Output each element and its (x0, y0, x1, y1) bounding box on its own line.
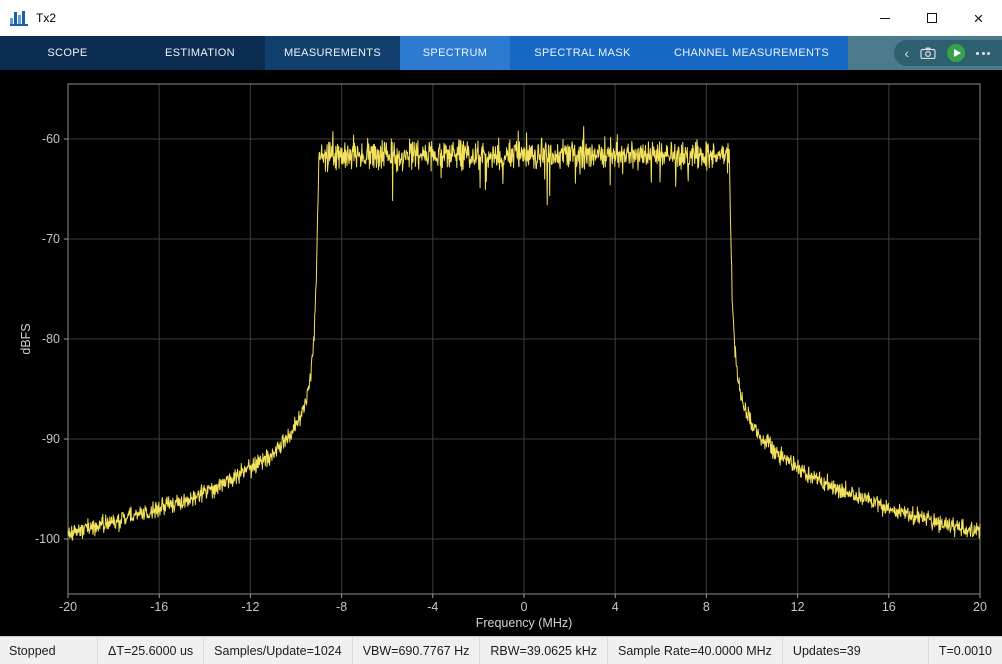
y-tick-label: -90 (42, 432, 60, 446)
run-button[interactable] (947, 44, 965, 62)
status-segment: Samples/Update=1024 (203, 637, 352, 664)
more-options-button[interactable] (976, 48, 990, 59)
minimize-button[interactable] (861, 0, 908, 36)
x-tick-label: 4 (612, 600, 619, 614)
spectrum-plot: -20 -16 -12 -8 -4 0 4 8 12 16 20 -60 -70 -80 -90 -100 F… (19, 83, 987, 630)
subtab-spectrum[interactable]: SPECTRUM (400, 36, 510, 70)
run-controls: ‹ (848, 36, 1002, 70)
run-controls-pill: ‹ (894, 40, 1002, 66)
app-window: Tx2 × SCOPE ESTIMATION MEASUREMENTS SPECTR… (0, 0, 1002, 664)
window-title: Tx2 (36, 11, 57, 25)
main-tabs: SCOPE ESTIMATION MEASUREMENTS (0, 36, 400, 70)
x-tick-label: 0 (521, 600, 528, 614)
toolstrip: SCOPE ESTIMATION MEASUREMENTS SPECTRUM SPEC… (0, 36, 1002, 70)
x-tick-label: 20 (973, 600, 987, 614)
status-segment: Sample Rate=40.0000 MHz (607, 637, 782, 664)
status-segment: T=0.0010 (927, 637, 1002, 664)
snapshot-camera-icon[interactable] (920, 47, 936, 59)
statusbar: Stopped ΔT=25.6000 us Samples/Update=1024… (0, 636, 1002, 664)
x-tick-label: -12 (241, 600, 259, 614)
y-axis-label: dBFS (19, 323, 33, 354)
play-icon (953, 49, 961, 57)
status-segment: VBW=690.7767 Hz (351, 637, 480, 664)
tab-estimation[interactable]: ESTIMATION (135, 36, 265, 70)
spectrum-plot-area[interactable]: -20 -16 -12 -8 -4 0 4 8 12 16 20 -60 -70 -80 -90 -100 F… (0, 70, 1002, 636)
x-tick-label: 12 (791, 600, 805, 614)
tab-measurements[interactable]: MEASUREMENTS (265, 36, 400, 70)
maximize-icon (926, 13, 937, 23)
tab-scope[interactable]: SCOPE (0, 36, 135, 70)
status-segment: ΔT=25.6000 us (97, 637, 203, 664)
subtab-spectral-mask[interactable]: SPECTRAL MASK (510, 36, 655, 70)
y-tick-label: -60 (42, 132, 60, 146)
status-segments: ΔT=25.6000 us Samples/Update=1024 VBW=690.… (97, 637, 1002, 664)
titlebar: Tx2 × (0, 0, 1002, 36)
y-tick-label: -100 (35, 532, 60, 546)
plot-ticks (64, 138, 981, 598)
x-tick-label: -8 (336, 600, 347, 614)
x-axis-label: Frequency (MHz) (476, 616, 573, 630)
chevron-left-icon[interactable]: ‹ (904, 46, 909, 60)
plot-tick-labels: -20 -16 -12 -8 -4 0 4 8 12 16 20 -60 -70 -80 -90 -100 (35, 132, 987, 614)
y-tick-label: -80 (42, 332, 60, 346)
status-state: Stopped (9, 643, 56, 658)
maximize-button[interactable] (908, 0, 955, 36)
x-tick-label: 16 (882, 600, 896, 614)
status-segment: Updates=39 (781, 637, 871, 664)
subtab-channel-measurements[interactable]: CHANNEL MEASUREMENTS (655, 36, 848, 70)
window-controls: × (861, 0, 1002, 36)
x-tick-label: -4 (427, 600, 438, 614)
status-segment: RBW=39.0625 kHz (479, 637, 607, 664)
y-tick-label: -70 (42, 232, 60, 246)
close-button[interactable]: × (955, 0, 1002, 36)
x-tick-label: -20 (59, 600, 77, 614)
close-icon: × (973, 8, 984, 28)
x-tick-label: -16 (150, 600, 168, 614)
x-tick-label: 8 (703, 600, 710, 614)
sub-tabs: SPECTRUM SPECTRAL MASK CHANNEL MEASUREMENT… (400, 36, 848, 70)
minimize-icon (879, 17, 890, 19)
histogram-icon (10, 10, 28, 26)
